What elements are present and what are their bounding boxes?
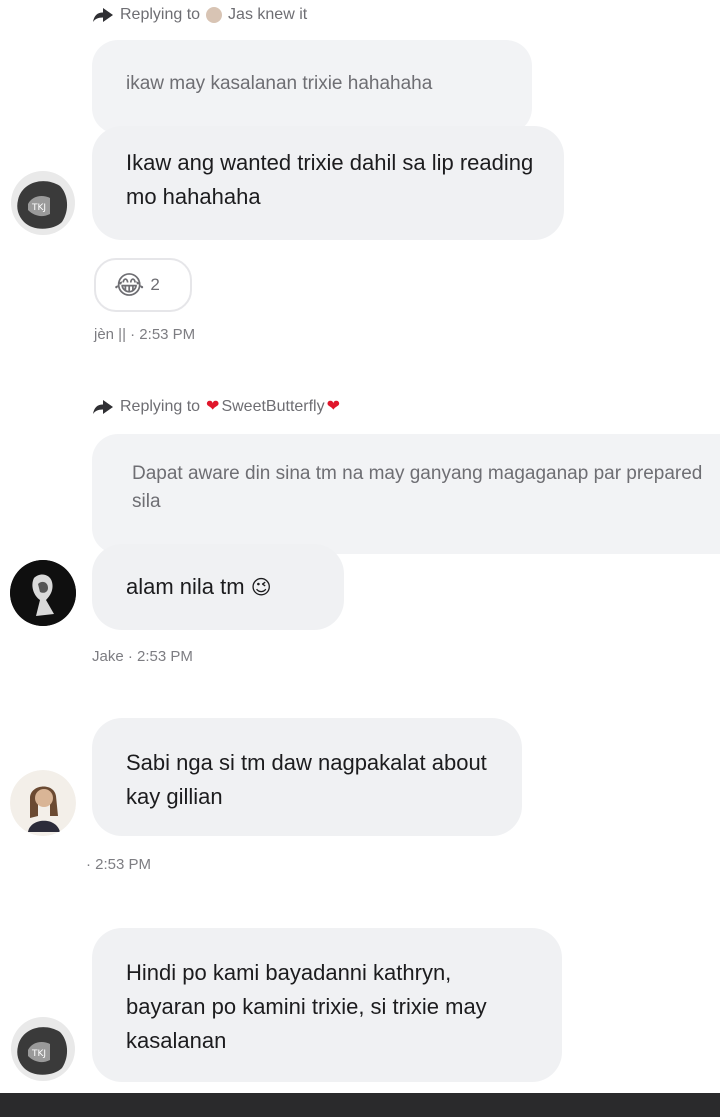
- message-text: Hindi po kami bayadanni kathryn, bayaran…: [126, 960, 487, 1053]
- message-text: Sabi nga si tm daw nagpakalat about kay …: [126, 750, 487, 809]
- message-meta-text: Jake · 2:53 PM: [92, 648, 193, 665]
- reply-prefix: Replying to: [120, 6, 201, 23]
- winking-emoji-icon: 😉: [250, 577, 272, 599]
- bottom-bar: [0, 1093, 720, 1117]
- message-meta-text: · 2:53 PM: [86, 856, 152, 873]
- reply-target-name[interactable]: Jas knew it: [228, 6, 307, 24]
- heart-icon: ❤: [326, 398, 341, 415]
- quoted-message[interactable]: ikaw may kasalanan trixie hahahaha: [92, 40, 532, 134]
- message-bubble[interactable]: Sabi nga si tm daw nagpakalat about kay …: [92, 718, 522, 836]
- heart-icon: ❤: [206, 398, 220, 415]
- svg-text:TKJ: TKJ: [31, 203, 46, 213]
- quoted-text: ikaw may kasalanan trixie hahahaha: [126, 73, 433, 94]
- message-meta: · 2:53 PM: [86, 856, 151, 873]
- message-meta: Jake · 2:53 PM: [92, 648, 193, 665]
- message-meta: jèn || · 2:53 PM: [94, 326, 195, 343]
- reaction-count: 2: [150, 275, 160, 294]
- avatar[interactable]: TKJ: [10, 170, 76, 236]
- message-bubble[interactable]: Hindi po kami bayadanni kathryn, bayaran…: [92, 928, 562, 1082]
- laughing-emoji-icon: 😂: [114, 269, 145, 300]
- svg-text:TKJ: TKJ: [31, 1049, 46, 1059]
- reply-prefix: Replying to: [120, 398, 201, 415]
- reaction-chip[interactable]: 😂 2: [94, 258, 192, 312]
- avatar[interactable]: TKJ: [10, 1016, 76, 1082]
- message-text: Ikaw ang wanted trixie dahil sa lip read…: [126, 150, 534, 209]
- quoted-message[interactable]: Dapat aware din sina tm na may ganyang m…: [92, 434, 720, 554]
- quoted-text: Dapat aware din sina tm na may ganyang m…: [132, 463, 703, 512]
- message-bubble[interactable]: alam nila tm 😉: [92, 544, 344, 630]
- message-meta-text: jèn || · 2:53 PM: [94, 326, 196, 343]
- user-avatar-icon: [206, 7, 223, 23]
- avatar[interactable]: [10, 770, 76, 836]
- reply-arrow-icon: [92, 7, 114, 23]
- message-text: alam nila tm: [126, 574, 245, 599]
- avatar[interactable]: [10, 560, 76, 626]
- reply-target-name[interactable]: SweetButterfly: [221, 398, 324, 416]
- reply-indicator: Replying to Jas knew it: [92, 6, 307, 24]
- reply-indicator: Replying to ❤ SweetButterfly ❤: [92, 398, 340, 416]
- message-bubble[interactable]: Ikaw ang wanted trixie dahil sa lip read…: [92, 126, 564, 240]
- reply-arrow-icon: [92, 399, 114, 415]
